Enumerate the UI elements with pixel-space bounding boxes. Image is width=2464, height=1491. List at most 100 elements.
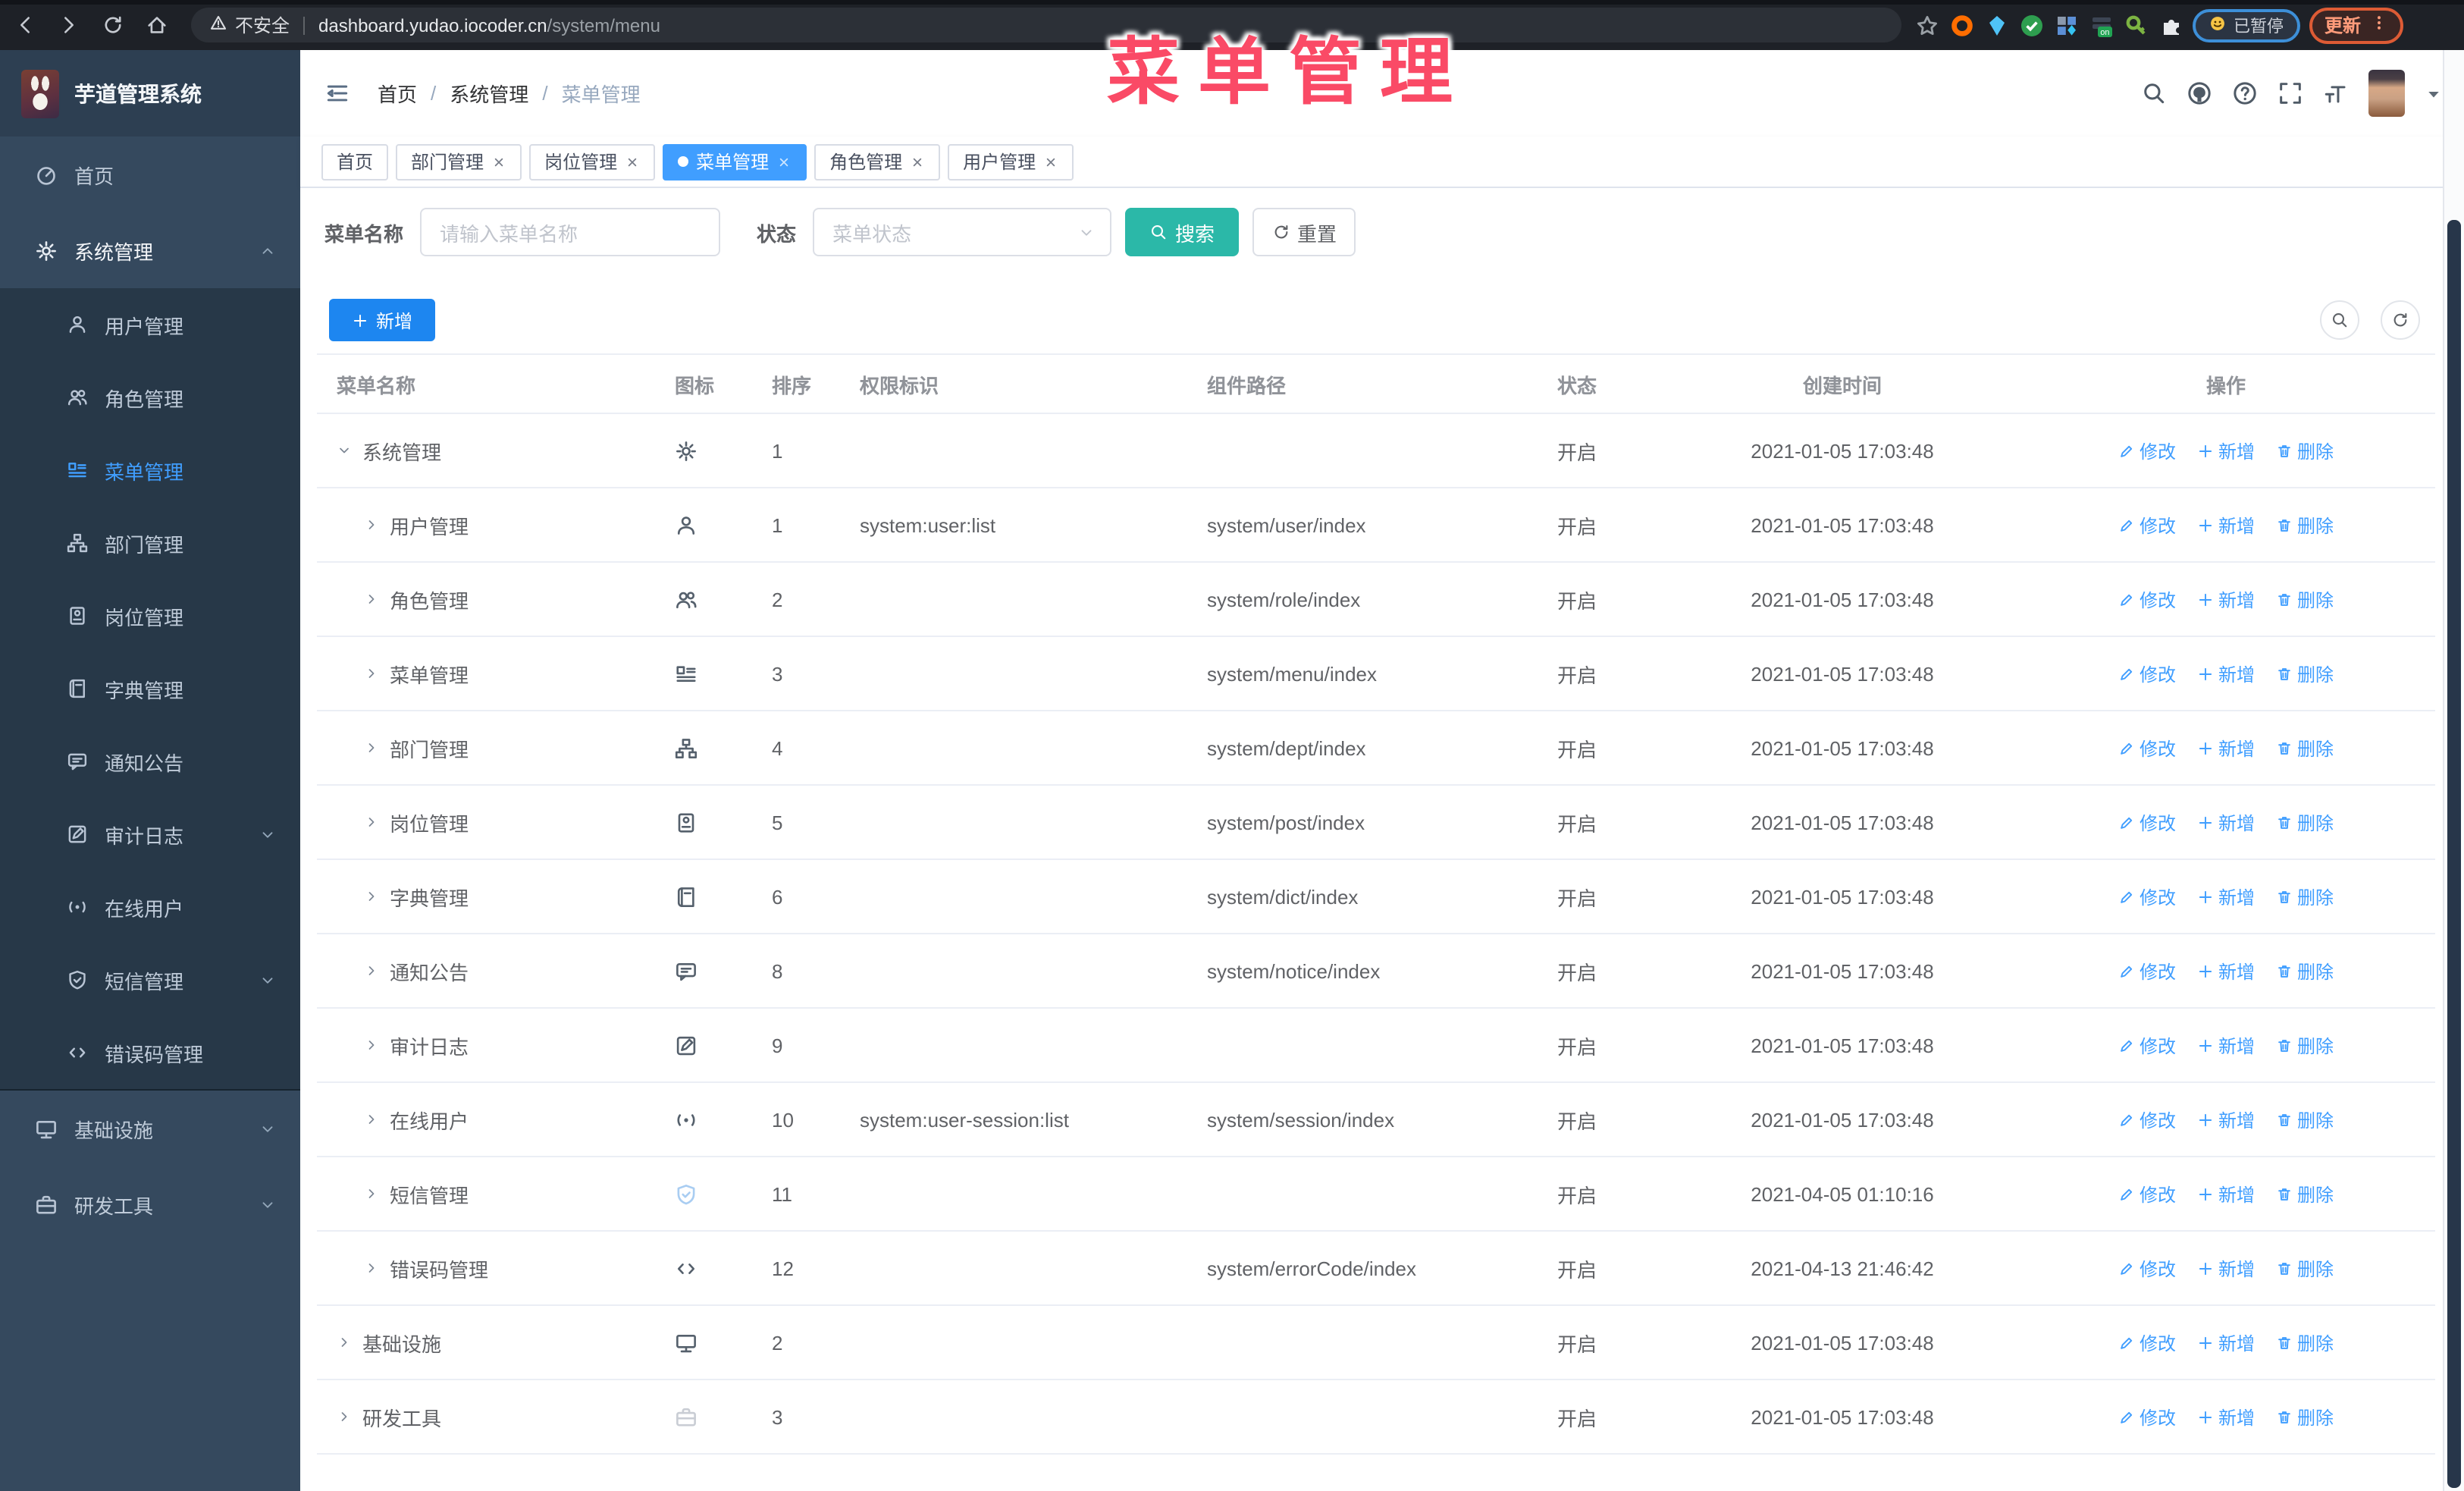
delete-link[interactable]: 删除 <box>2276 1181 2334 1207</box>
chevron-right-icon[interactable] <box>364 666 379 681</box>
tab-角色管理[interactable]: 角色管理 <box>814 143 941 180</box>
chevron-right-icon[interactable] <box>364 517 379 532</box>
add-button[interactable]: 新增 <box>329 299 435 341</box>
github-icon[interactable] <box>2187 80 2212 106</box>
help-icon[interactable] <box>2232 80 2258 106</box>
user-menu-caret-icon[interactable] <box>2425 84 2443 102</box>
edit-link[interactable]: 修改 <box>2118 1032 2176 1058</box>
delete-link[interactable]: 删除 <box>2276 586 2334 612</box>
edit-link[interactable]: 修改 <box>2118 438 2176 463</box>
tab-部门管理[interactable]: 部门管理 <box>396 143 522 180</box>
edit-link[interactable]: 修改 <box>2118 1329 2176 1355</box>
refresh-table-button[interactable] <box>2381 300 2420 340</box>
add-link[interactable]: 新增 <box>2197 1255 2255 1281</box>
edit-link[interactable]: 修改 <box>2118 1181 2176 1207</box>
chevron-right-icon[interactable] <box>337 1335 352 1350</box>
delete-link[interactable]: 删除 <box>2276 438 2334 463</box>
table-row-短信管理[interactable]: 短信管理 11 开启 2021-04-05 01:10:16 修改 新增 删除 <box>317 1157 2435 1232</box>
add-link[interactable]: 新增 <box>2197 735 2255 761</box>
show-search-toggle-button[interactable] <box>2320 300 2359 340</box>
delete-link[interactable]: 删除 <box>2276 1404 2334 1430</box>
paused-extension-badge[interactable]: 已暂停 <box>2193 8 2300 42</box>
edit-link[interactable]: 修改 <box>2118 512 2176 538</box>
add-link[interactable]: 新增 <box>2197 512 2255 538</box>
sidebar-item-岗位管理[interactable]: 岗位管理 <box>0 579 300 652</box>
delete-link[interactable]: 删除 <box>2276 884 2334 909</box>
app-logo-block[interactable]: 芋道管理系统 <box>0 50 300 137</box>
add-link[interactable]: 新增 <box>2197 809 2255 835</box>
delete-link[interactable]: 删除 <box>2276 1032 2334 1058</box>
chevron-right-icon[interactable] <box>364 1186 379 1201</box>
breadcrumb-item[interactable]: 系统管理 <box>450 79 528 108</box>
delete-link[interactable]: 删除 <box>2276 809 2334 835</box>
close-icon[interactable] <box>1043 154 1058 169</box>
status-select[interactable]: 菜单状态 <box>813 208 1112 256</box>
font-size-icon[interactable] <box>2323 80 2349 106</box>
edit-link[interactable]: 修改 <box>2118 958 2176 984</box>
table-row-错误码管理[interactable]: 错误码管理 12 system/errorCode/index 开启 2021-04-1… <box>317 1232 2435 1306</box>
sidebar-item-审计日志[interactable]: 审计日志 <box>0 798 300 871</box>
table-row-在线用户[interactable]: 在线用户 10 system:user-session:list system/ses… <box>317 1083 2435 1157</box>
add-link[interactable]: 新增 <box>2197 1329 2255 1355</box>
ext-green-check-icon[interactable] <box>2018 12 2044 38</box>
delete-link[interactable]: 删除 <box>2276 1255 2334 1281</box>
ext-orange-ring-icon[interactable] <box>1948 12 1974 38</box>
table-row-基础设施[interactable]: 基础设施 2 开启 2021-01-05 17:03:48 修改 新增 删除 <box>317 1306 2435 1380</box>
table-row-角色管理[interactable]: 角色管理 2 system/role/index 开启 2021-01-05 17:03… <box>317 563 2435 637</box>
tab-菜单管理[interactable]: 菜单管理 <box>663 143 807 180</box>
table-row-研发工具[interactable]: 研发工具 3 开启 2021-01-05 17:03:48 修改 新增 删除 <box>317 1380 2435 1455</box>
browser-back-icon[interactable] <box>5 5 44 45</box>
bookmark-star-icon[interactable] <box>1914 12 1939 38</box>
ext-on-switch-icon[interactable]: on <box>2088 12 2114 38</box>
table-row-岗位管理[interactable]: 岗位管理 5 system/post/index 开启 2021-01-05 17:03… <box>317 786 2435 860</box>
add-link[interactable]: 新增 <box>2197 1032 2255 1058</box>
sidebar-item-用户管理[interactable]: 用户管理 <box>0 288 300 361</box>
close-icon[interactable] <box>776 154 792 169</box>
edit-link[interactable]: 修改 <box>2118 884 2176 909</box>
search-icon[interactable] <box>2141 80 2167 106</box>
table-row-用户管理[interactable]: 用户管理 1 system:user:list system/user/index 开启… <box>317 488 2435 563</box>
close-icon[interactable] <box>491 154 506 169</box>
chevron-right-icon[interactable] <box>364 889 379 904</box>
fullscreen-icon[interactable] <box>2277 80 2303 106</box>
chevron-right-icon[interactable] <box>364 1260 379 1276</box>
add-link[interactable]: 新增 <box>2197 1404 2255 1430</box>
chevron-right-icon[interactable] <box>364 592 379 607</box>
search-button[interactable]: 搜索 <box>1125 208 1240 256</box>
add-link[interactable]: 新增 <box>2197 438 2255 463</box>
add-link[interactable]: 新增 <box>2197 586 2255 612</box>
table-row-系统管理[interactable]: 系统管理 1 开启 2021-01-05 17:03:48 修改 新增 删除 <box>317 414 2435 488</box>
browser-update-button[interactable]: 更新 <box>2309 7 2404 43</box>
tab-用户管理[interactable]: 用户管理 <box>948 143 1074 180</box>
browser-forward-icon[interactable] <box>49 5 88 45</box>
table-row-菜单管理[interactable]: 菜单管理 3 system/menu/index 开启 2021-01-05 17:03… <box>317 637 2435 711</box>
add-link[interactable]: 新增 <box>2197 958 2255 984</box>
tab-岗位管理[interactable]: 岗位管理 <box>529 143 656 180</box>
ext-puzzle-icon[interactable] <box>2158 12 2183 38</box>
table-row-审计日志[interactable]: 审计日志 9 开启 2021-01-05 17:03:48 修改 新增 删除 <box>317 1009 2435 1083</box>
browser-reload-icon[interactable] <box>92 5 132 45</box>
sidebar-item-部门管理[interactable]: 部门管理 <box>0 507 300 579</box>
table-row-部门管理[interactable]: 部门管理 4 system/dept/index 开启 2021-01-05 17:03… <box>317 711 2435 786</box>
sidebar-item-首页[interactable]: 首页 <box>0 137 300 212</box>
tab-首页[interactable]: 首页 <box>321 143 389 180</box>
add-link[interactable]: 新增 <box>2197 1181 2255 1207</box>
edit-link[interactable]: 修改 <box>2118 586 2176 612</box>
user-avatar[interactable] <box>2368 70 2405 117</box>
chevron-right-icon[interactable] <box>364 963 379 978</box>
close-icon[interactable] <box>625 154 640 169</box>
sidebar-item-在线用户[interactable]: 在线用户 <box>0 871 300 943</box>
collapse-sidebar-icon[interactable] <box>324 80 350 106</box>
delete-link[interactable]: 删除 <box>2276 512 2334 538</box>
delete-link[interactable]: 删除 <box>2276 661 2334 686</box>
edit-link[interactable]: 修改 <box>2118 661 2176 686</box>
scrollbar[interactable] <box>2443 50 2464 1491</box>
sidebar-item-短信管理[interactable]: 短信管理 <box>0 943 300 1016</box>
chevron-right-icon[interactable] <box>364 740 379 755</box>
close-icon[interactable] <box>910 154 925 169</box>
sidebar-item-研发工具[interactable]: 研发工具 <box>0 1166 300 1242</box>
chevron-right-icon[interactable] <box>364 1037 379 1053</box>
breadcrumb-item[interactable]: 首页 <box>378 79 417 108</box>
delete-link[interactable]: 删除 <box>2276 1106 2334 1132</box>
delete-link[interactable]: 删除 <box>2276 1329 2334 1355</box>
